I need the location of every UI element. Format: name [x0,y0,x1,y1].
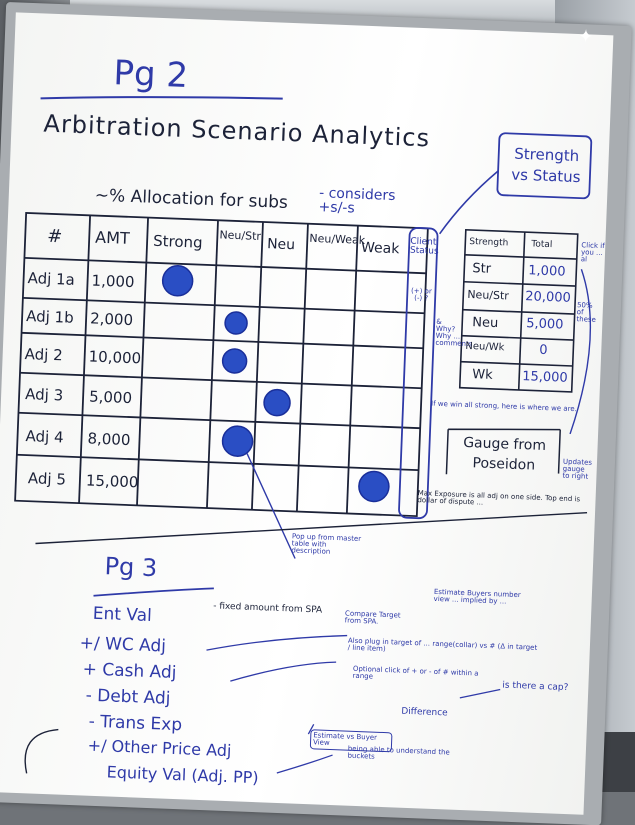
col-header-amt: AMT [94,227,131,248]
summary-strength: Neu/Wk [465,340,505,354]
pg3-line: Ent Val [92,603,153,627]
col-header-weak: Weak [360,239,400,258]
summary-header-strength: Strength [469,236,509,249]
whiteboard-frame: ✦ Pg 2 Arbitration Scenario Analytics ~%… [0,1,632,825]
pg3-line: +/ WC Adj [79,633,167,657]
page3-heading: Pg 3 [104,552,158,583]
row-id: Adj 1a [27,269,76,289]
popup-note: Pop up from master table with descriptio… [291,532,362,556]
difference-note: Difference [401,706,448,719]
summary-total: 20,000 [525,289,572,306]
summary-total: 5,000 [525,316,564,333]
pg3-line: - Debt Adj [85,685,171,709]
row-id: Adj 2 [24,344,64,365]
summary-strength: Str [472,261,492,277]
row-id: Adj 5 [27,469,67,489]
strength-vs-status-label: Strength vs Status [510,144,581,187]
row-amt: 10,000 [88,347,142,368]
row-amt: 8,000 [87,429,131,450]
considers-note: - considers +s/-s [318,185,396,217]
row-id: Adj 3 [24,385,64,405]
row-amt: 2,000 [89,309,134,330]
pg3-line: + Cash Adj [82,659,177,684]
row-id: Adj 1b [25,306,75,327]
col-header-strong: Strong [152,231,203,252]
whiteboard: ✦ Pg 2 Arbitration Scenario Analytics ~%… [0,12,614,815]
summary-total: 1,000 [528,263,566,280]
side-column-note: (+) or (-) ? [410,286,432,303]
updates-note: Updates gauge to right [562,457,593,481]
pg3-line: - Trans Exp [88,711,183,736]
compare-note: Compare Target from SPA. [344,609,401,626]
page2-heading: Pg 2 [112,53,189,97]
click-note: Click if you ... al [580,241,605,264]
col-header-number: # [46,225,63,248]
summary-strength: Neu/Str [467,287,510,303]
summary-strength: Neu [471,315,499,332]
pct-note: 50% of these [576,301,597,324]
gauge-label: Gauge from Poseidon [462,434,547,474]
col-header-neu-weak: Neu/Weak [309,231,366,247]
summary-total: 15,000 [521,369,568,386]
col-header-neu-str: Neu/Str [219,228,262,243]
summary-strength: Wk [471,367,493,383]
row-amt: 15,000 [85,471,139,492]
col-header-neu: Neu [266,236,296,254]
row-id: Adj 4 [25,427,64,447]
row-amt: 5,000 [88,387,133,408]
why-note: & Why? Why ... comments [435,317,473,349]
row-amt: 1,000 [91,271,135,292]
summary-header-total: Total [531,239,553,251]
client-status-label: Client Status [409,236,439,257]
summary-total: 0 [538,342,548,359]
